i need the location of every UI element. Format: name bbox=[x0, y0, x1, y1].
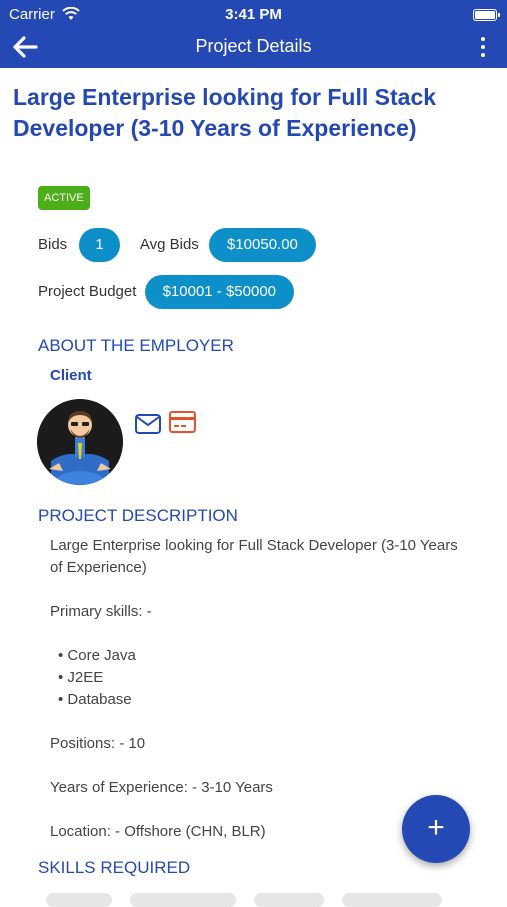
experience-line: Years of Experience: - 3-10 Years bbox=[50, 779, 273, 796]
skill-item: • Core Java bbox=[58, 647, 136, 664]
budget-pill: $10001 - $50000 bbox=[144, 275, 295, 309]
budget-label: Project Budget bbox=[38, 282, 137, 300]
bids-row: Bids 1 Avg Bids $10050.00 bbox=[38, 228, 316, 262]
clock: 3:41 PM bbox=[225, 6, 282, 23]
skills-required-heading: SKILLS REQUIRED bbox=[38, 858, 191, 877]
skill-chip[interactable] bbox=[130, 893, 236, 907]
project-description-body: Large Enterprise looking for Full Stack … bbox=[50, 535, 470, 843]
project-description-heading: PROJECT DESCRIPTION bbox=[38, 506, 238, 525]
project-title: Large Enterprise looking for Full Stack … bbox=[13, 84, 437, 141]
mail-icon[interactable] bbox=[135, 414, 161, 434]
status-bar: Carrier 3:41 PM bbox=[0, 4, 507, 24]
more-menu-icon[interactable] bbox=[473, 35, 493, 59]
avatar bbox=[37, 399, 123, 485]
about-employer-heading: ABOUT THE EMPLOYER bbox=[38, 336, 234, 355]
skill-chip[interactable] bbox=[342, 893, 442, 907]
bids-label: Bids bbox=[38, 235, 68, 253]
avg-bids-label: Avg Bids bbox=[139, 235, 199, 253]
description-intro: Large Enterprise looking for Full Stack … bbox=[50, 537, 458, 576]
add-fab-button[interactable]: + bbox=[402, 795, 470, 863]
budget-row: Project Budget $10001 - $50000 bbox=[38, 275, 295, 309]
app-bar: Carrier 3:41 PM Project Details bbox=[0, 0, 507, 68]
skill-chip[interactable] bbox=[46, 893, 112, 907]
skill-item: • Database bbox=[58, 691, 132, 708]
status-badge: ACTIVE bbox=[38, 186, 90, 210]
page-title: Project Details bbox=[195, 36, 312, 56]
primary-skills-line: Primary skills: - bbox=[50, 603, 152, 620]
skill-chip[interactable] bbox=[254, 893, 324, 907]
skill-item: • J2EE bbox=[58, 669, 104, 686]
bids-count-pill: 1 bbox=[79, 228, 120, 262]
employer-name: Client bbox=[50, 367, 92, 384]
avg-bids-pill: $10050.00 bbox=[208, 228, 316, 262]
battery-icon bbox=[473, 9, 500, 21]
credit-card-icon[interactable] bbox=[169, 411, 196, 433]
positions-line: Positions: - 10 bbox=[50, 735, 146, 752]
